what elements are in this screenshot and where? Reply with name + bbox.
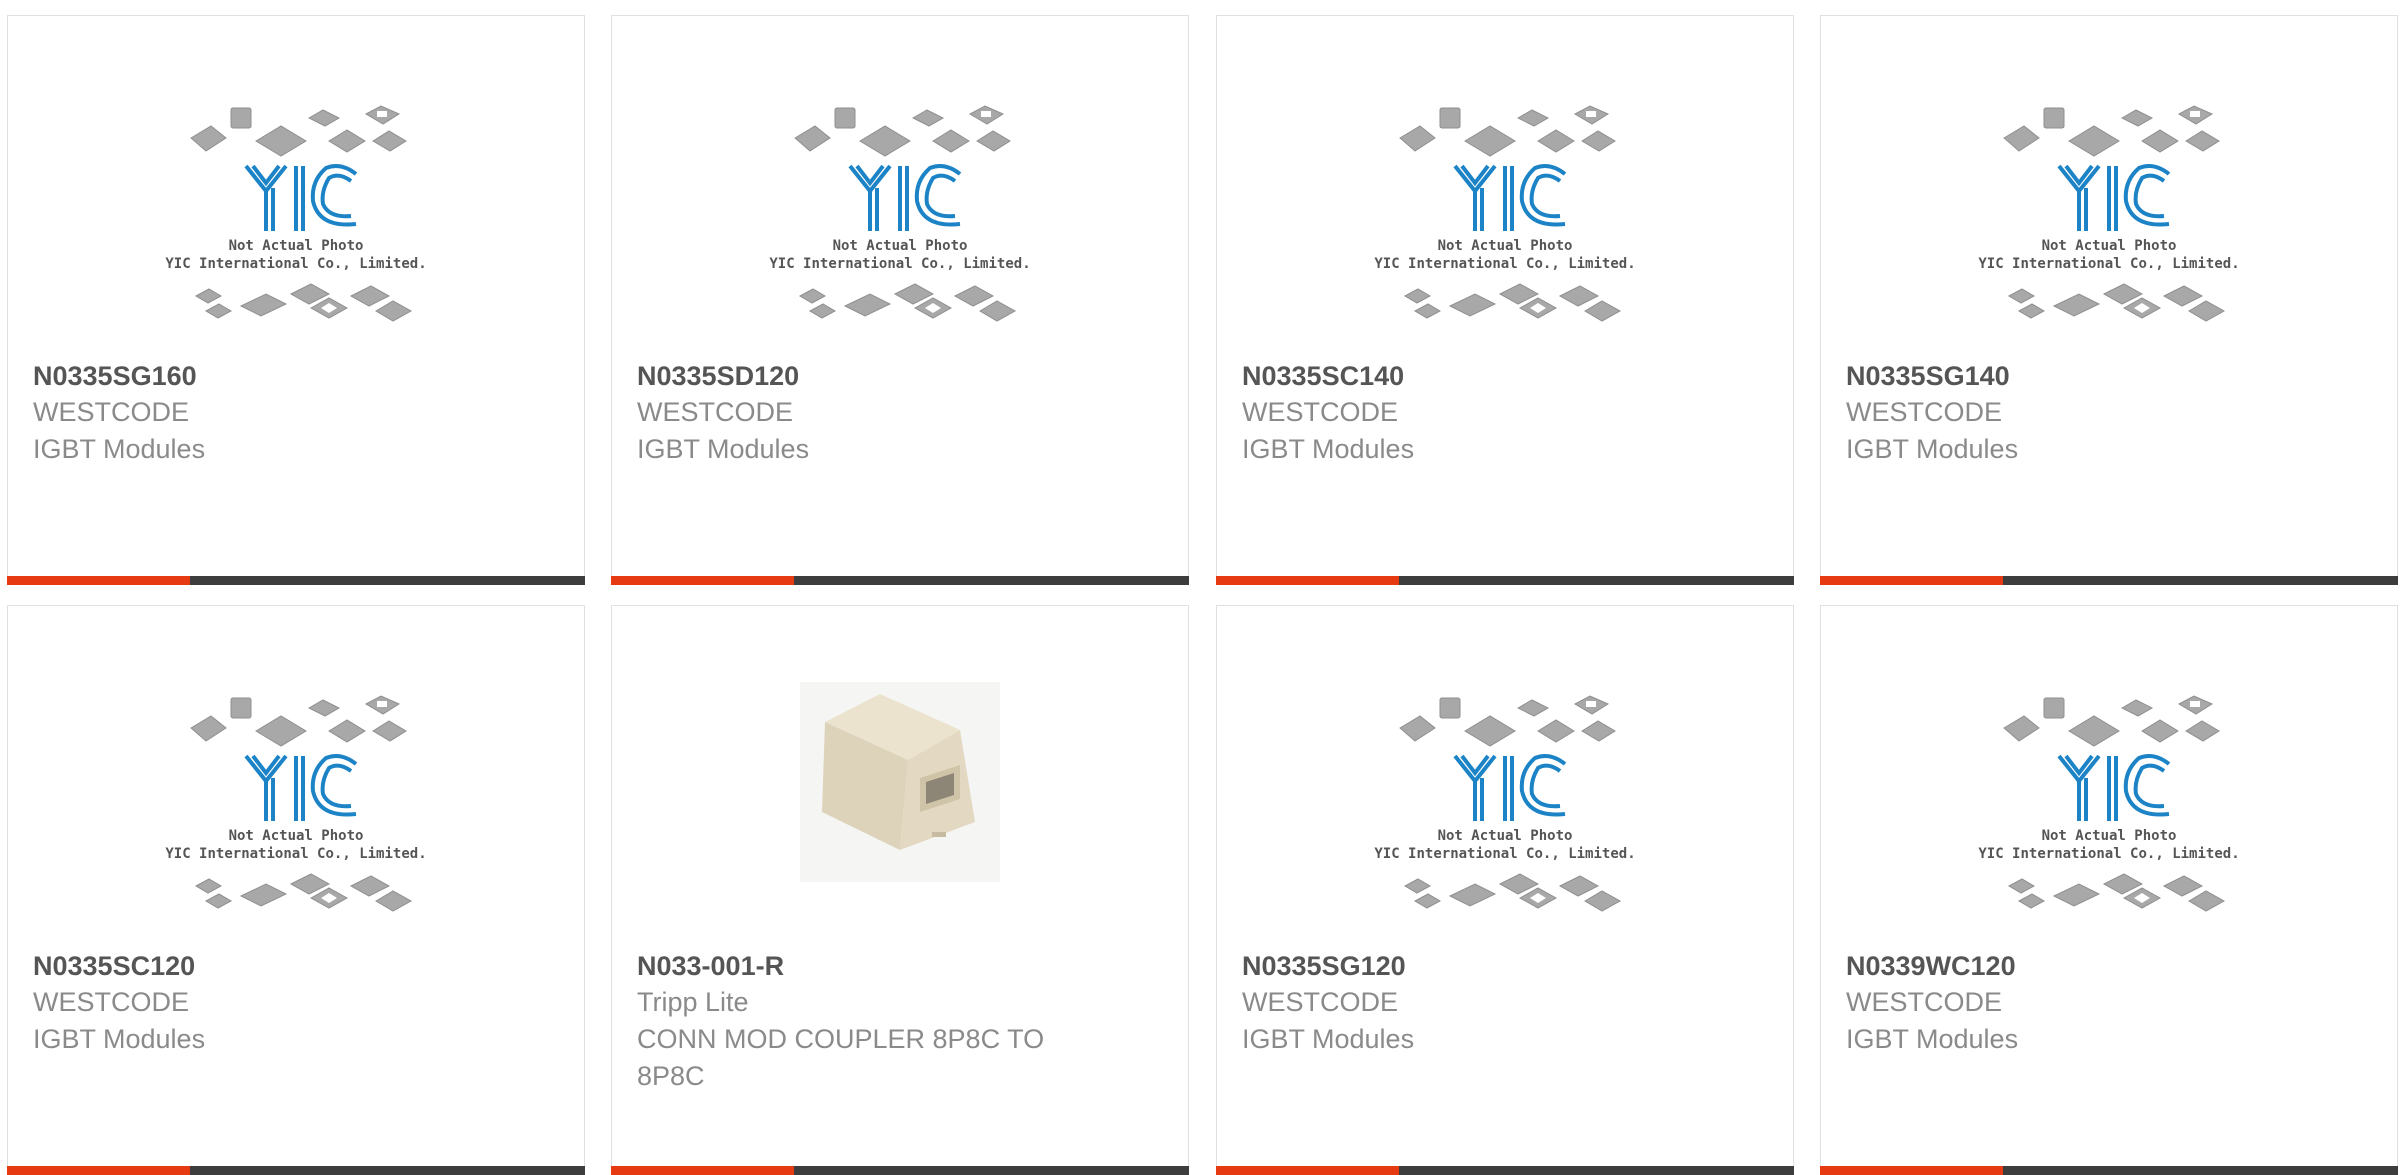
placeholder-line-2: YIC International Co., Limited. [1374,256,1635,272]
manufacturer-name: WESTCODE [1242,987,1399,1017]
product-description: IGBT Modules [1242,1024,1415,1054]
manufacturer-name: WESTCODE [1846,987,2003,1017]
card-bottom-bar [7,576,585,585]
part-number-link[interactable]: N0335SC120 [33,948,453,984]
card-accent-bar [1216,576,1399,585]
yic-placeholder-image: Not Actual Photo YIC International Co., … [1374,695,1636,912]
product-card[interactable]: Not Actual Photo YIC International Co., … [1216,15,1794,585]
product-card[interactable]: Not Actual Photo YIC International Co., … [1820,605,2398,1175]
card-bottom-bar [611,576,1189,585]
product-image[interactable]: Not Actual Photo YIC International Co., … [1821,96,2397,336]
card-bottom-bar [1820,576,2398,585]
part-number-link[interactable]: N0339WC120 [1846,948,2266,984]
product-description: IGBT Modules [33,434,206,464]
card-accent-bar [1820,1166,2003,1175]
manufacturer-name: WESTCODE [1242,397,1399,427]
product-image[interactable]: Not Actual Photo YIC International Co., … [1821,686,2397,926]
manufacturer-name: WESTCODE [33,397,190,427]
card-accent-bar [1216,1166,1399,1175]
yic-placeholder-image: Not Actual Photo YIC International Co., … [1978,695,2240,912]
yic-placeholder-image: Not Actual Photo YIC International Co., … [1374,105,1636,322]
yic-placeholder-image: Not Actual Photo YIC International Co., … [1978,105,2240,322]
part-number-link[interactable]: N0335SG160 [33,358,453,394]
placeholder-line-1: Not Actual Photo [2042,238,2177,254]
product-image[interactable]: Not Actual Photo YIC International Co., … [1217,686,1793,926]
placeholder-line-2: YIC International Co., Limited. [165,256,426,272]
product-card[interactable]: Not Actual Photo YIC International Co., … [7,605,585,1175]
product-description: IGBT Modules [1846,1024,2019,1054]
product-description: IGBT Modules [1846,434,2019,464]
part-number-link[interactable]: N0335SC140 [1242,358,1662,394]
card-bottom-bar [611,1166,1189,1175]
yic-placeholder-image: Not Actual Photo YIC International Co., … [165,105,427,322]
manufacturer-name: WESTCODE [33,987,190,1017]
part-number-link[interactable]: N0335SG120 [1242,948,1662,984]
placeholder-line-2: YIC International Co., Limited. [769,256,1030,272]
card-bottom-bar [7,1166,585,1175]
placeholder-line-1: Not Actual Photo [1438,828,1573,844]
product-card[interactable]: Not Actual Photo YIC International Co., … [7,15,585,585]
placeholder-line-2: YIC International Co., Limited. [165,846,426,862]
product-image[interactable]: Not Actual Photo YIC International Co., … [8,96,584,336]
product-card[interactable]: Not Actual Photo YIC International Co., … [1216,605,1794,1175]
product-card[interactable]: Not Actual Photo YIC International Co., … [1820,15,2398,585]
manufacturer-name: WESTCODE [637,397,794,427]
placeholder-line-2: YIC International Co., Limited. [1978,846,2239,862]
card-bottom-bar [1216,1166,1794,1175]
yic-placeholder-image: Not Actual Photo YIC International Co., … [769,105,1031,322]
card-accent-bar [611,576,794,585]
placeholder-line-1: Not Actual Photo [229,238,364,254]
product-description: CONN MOD COUPLER 8P8C TO 8P8C [637,1024,1045,1091]
card-bottom-bar [1820,1166,2398,1175]
card-accent-bar [7,576,190,585]
placeholder-line-2: YIC International Co., Limited. [1978,256,2239,272]
product-image[interactable]: Not Actual Photo YIC International Co., … [612,96,1188,336]
part-number-link[interactable]: N0335SG140 [1846,358,2266,394]
rj45-coupler-photo [800,682,1000,882]
product-description: IGBT Modules [33,1024,206,1054]
card-bottom-bar [1216,576,1794,585]
placeholder-line-2: YIC International Co., Limited. [1374,846,1635,862]
product-description: IGBT Modules [1242,434,1415,464]
manufacturer-name: Tripp Lite [637,987,749,1017]
placeholder-line-1: Not Actual Photo [833,238,968,254]
card-accent-bar [7,1166,190,1175]
part-number-link[interactable]: N0335SD120 [637,358,1057,394]
product-card[interactable]: N033-001-R Tripp Lite CONN MOD COUPLER 8… [611,605,1189,1175]
placeholder-line-1: Not Actual Photo [2042,828,2177,844]
product-description: IGBT Modules [637,434,810,464]
product-image[interactable]: Not Actual Photo YIC International Co., … [1217,96,1793,336]
placeholder-line-1: Not Actual Photo [1438,238,1573,254]
manufacturer-name: WESTCODE [1846,397,2003,427]
product-image[interactable]: Not Actual Photo YIC International Co., … [8,686,584,926]
part-number-link[interactable]: N033-001-R [637,948,1057,984]
placeholder-line-1: Not Actual Photo [229,828,364,844]
card-accent-bar [611,1166,794,1175]
product-image[interactable] [612,682,1188,922]
yic-placeholder-image: Not Actual Photo YIC International Co., … [165,695,427,912]
card-accent-bar [1820,576,2003,585]
product-card[interactable]: Not Actual Photo YIC International Co., … [611,15,1189,585]
